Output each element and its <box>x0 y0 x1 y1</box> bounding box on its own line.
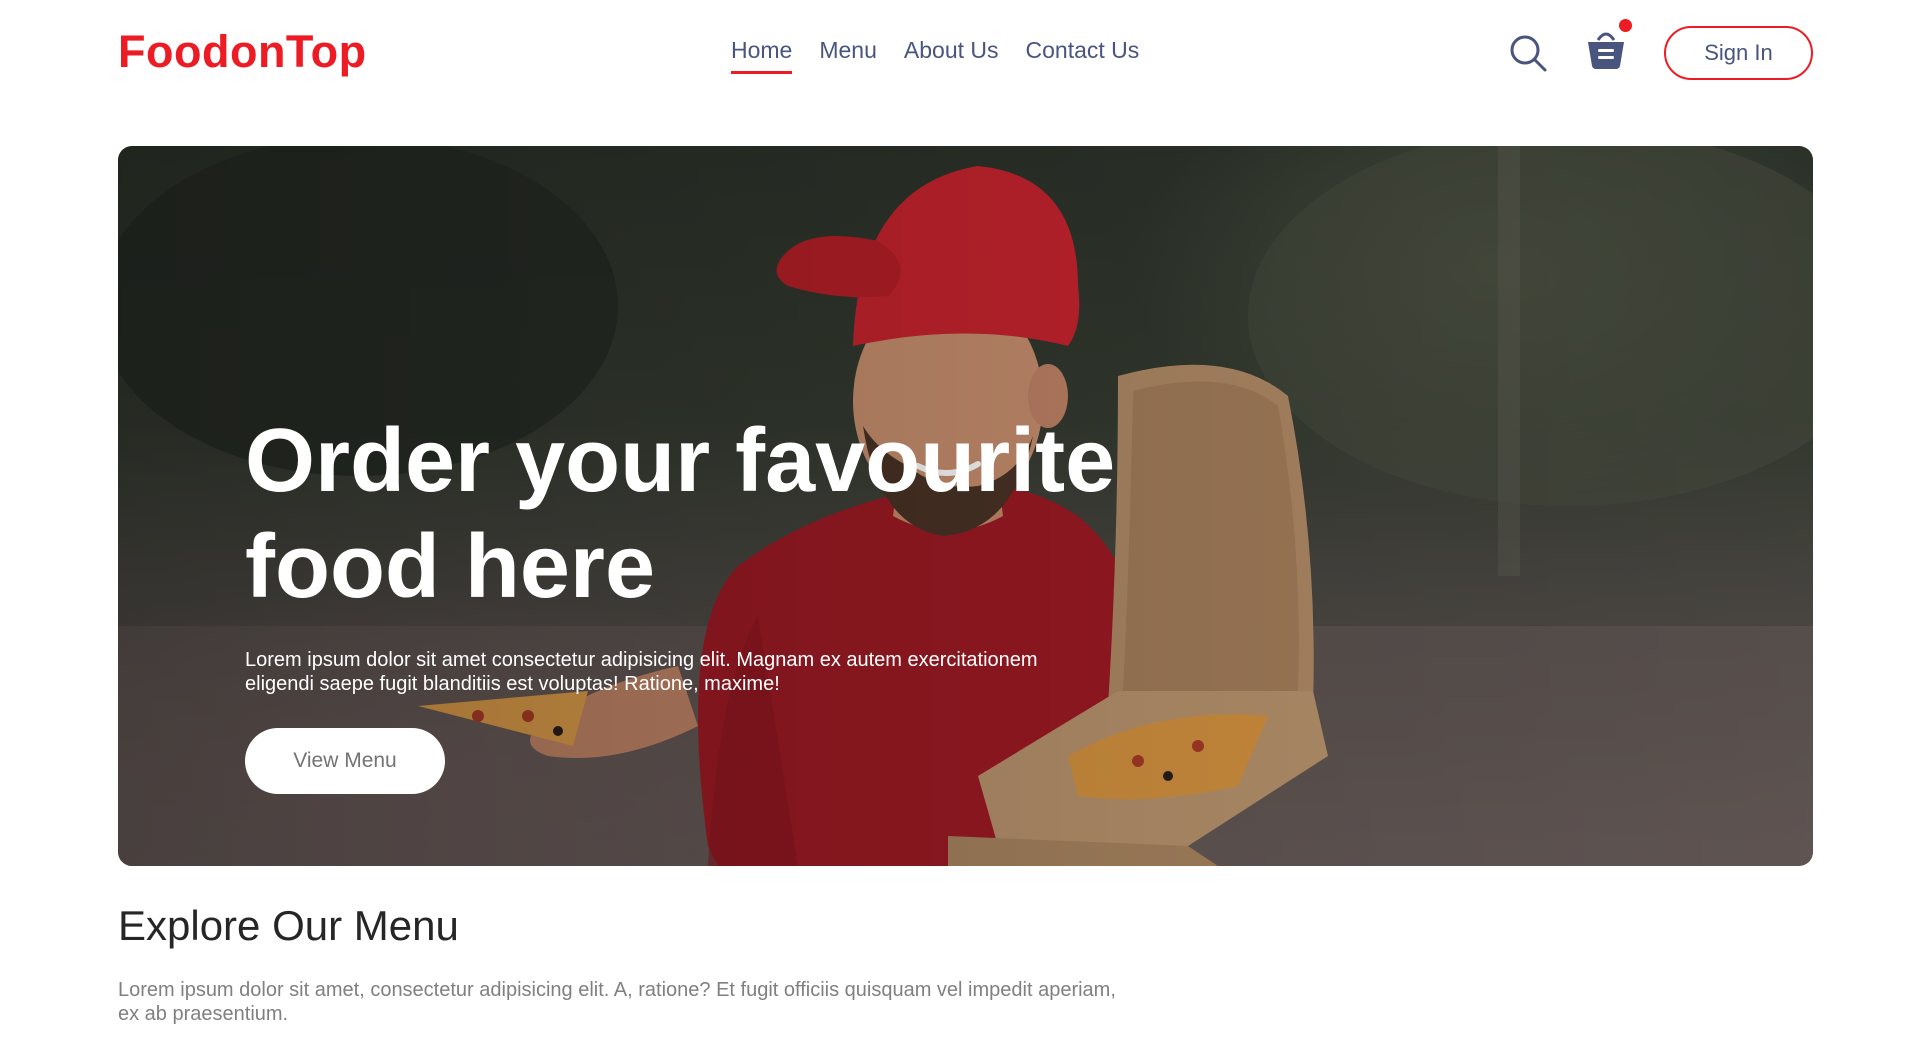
search-icon[interactable] <box>1508 33 1548 73</box>
sign-in-button[interactable]: Sign In <box>1664 26 1813 80</box>
navbar: FoodonTop Home Menu About Us Contact Us … <box>0 0 1920 110</box>
logo[interactable]: FoodonTop <box>118 24 367 80</box>
hero-banner: Order your favourite food here Lorem ips… <box>118 146 1813 866</box>
hero-title: Order your favourite food here <box>245 411 1116 617</box>
view-menu-button[interactable]: View Menu <box>245 728 445 794</box>
nav-link-menu[interactable]: Menu <box>819 35 877 74</box>
hero-description: Lorem ipsum dolor sit amet consectetur a… <box>245 649 1038 695</box>
basket-icon[interactable] <box>1584 26 1628 72</box>
nav-link-about-us[interactable]: About Us <box>904 35 999 74</box>
explore-menu-description: Lorem ipsum dolor sit amet, consectetur … <box>118 979 1116 1025</box>
nav-link-home[interactable]: Home <box>731 35 793 74</box>
nav-links: Home Menu About Us Contact Us <box>731 35 1139 74</box>
nav-link-contact-us[interactable]: Contact Us <box>1026 35 1140 74</box>
cart-notification-dot <box>1619 19 1632 32</box>
explore-menu-title: Explore Our Menu <box>118 902 459 949</box>
